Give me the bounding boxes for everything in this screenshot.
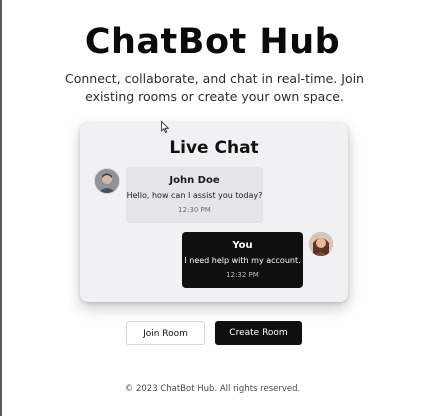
bot-avatar	[94, 168, 120, 194]
create-room-button[interactable]: Create Room	[215, 321, 302, 345]
user-avatar	[309, 232, 333, 256]
join-room-button[interactable]: Join Room	[126, 321, 205, 345]
live-chat-card: Live Chat John Doe Hello, how can I assi…	[80, 122, 348, 302]
bot-avatar-image	[95, 169, 119, 193]
message-time: 12:30 PM	[178, 206, 211, 214]
message-bubble-user: You I need help with my account. 12:32 P…	[182, 232, 303, 288]
window-edge	[0, 0, 2, 416]
message-sender: John Doe	[169, 175, 220, 186]
mouse-pointer-icon	[161, 121, 169, 133]
message-text: I need help with my account.	[184, 256, 301, 265]
message-sender: You	[232, 240, 253, 251]
user-avatar-image	[309, 232, 333, 256]
chat-title: Live Chat	[169, 138, 259, 158]
page-subtitle: Connect, collaborate, and chat in real-t…	[65, 71, 364, 104]
message-text: Hello, how can I assist you today?	[126, 191, 263, 200]
message-bubble-bot: John Doe Hello, how can I assist you tod…	[126, 167, 263, 223]
footer-copyright: © 2023 ChatBot Hub. All rights reserved.	[124, 384, 301, 394]
page-title: ChatBot Hub	[84, 22, 341, 62]
message-time: 12:32 PM	[226, 271, 259, 279]
